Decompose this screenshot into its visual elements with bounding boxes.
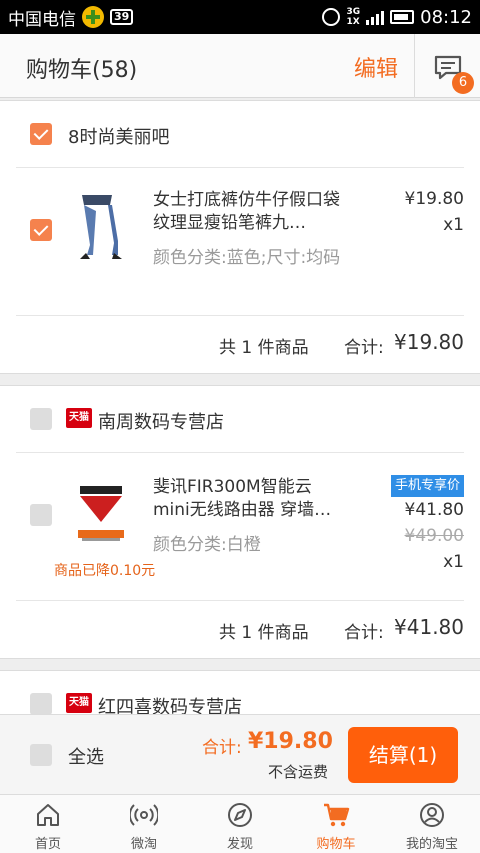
tab-my-taobao[interactable]: 我的淘宝	[384, 795, 480, 853]
product-image[interactable]	[64, 189, 138, 263]
notification-badge: 39	[110, 9, 134, 25]
tmall-badge: 天猫	[66, 693, 92, 713]
item-count: 共 1 件商品	[219, 623, 309, 643]
cart-header: 购物车(58) 编辑 6	[0, 34, 480, 98]
select-all-checkbox[interactable]	[30, 744, 52, 766]
item-spec: 颜色分类:蓝色;尺寸:均码	[153, 248, 341, 268]
divider	[16, 315, 464, 316]
tab-label: 我的淘宝	[405, 837, 458, 852]
select-all-label[interactable]: 全选	[68, 743, 104, 769]
product-image[interactable]	[64, 476, 138, 550]
subtotal-label: 合计:	[344, 338, 384, 358]
divider	[16, 452, 464, 453]
item-title[interactable]: 女士打底裤仿牛仔假口袋纹理显瘦铅笔裤九…	[153, 189, 343, 235]
checkout-bar: 全选 合计: ¥19.80 不含运费 结算(1)	[0, 714, 480, 794]
shop-checkbox[interactable]	[30, 408, 52, 430]
checkout-button[interactable]: 结算(1)	[348, 727, 458, 783]
page-title: 购物车(58)	[26, 58, 138, 83]
tab-label: 首页	[34, 837, 61, 852]
alarm-icon	[322, 8, 341, 26]
mobile-price-tag: 手机专享价	[390, 475, 464, 497]
status-bar: 中国电信 39 3G 1X 08:12	[0, 0, 480, 34]
profile-icon	[420, 803, 444, 827]
tab-bar: 首页 微淘 发现 购物车 我的淘宝	[0, 794, 480, 853]
item-quantity: x1	[443, 552, 464, 572]
tab-label: 发现	[226, 837, 253, 852]
tab-cart[interactable]: 购物车	[288, 795, 384, 853]
message-count-badge: 6	[452, 72, 474, 94]
subtotal-label: 合计:	[344, 623, 384, 643]
broadcast-icon	[130, 804, 158, 826]
shop-name[interactable]: 南周数码专营店	[98, 408, 224, 434]
clock: 08:12	[420, 6, 472, 28]
health-app-icon	[82, 6, 104, 28]
edit-button[interactable]: 编辑	[354, 51, 398, 83]
shop-name[interactable]: 8时尚美丽吧	[68, 123, 169, 149]
item-spec: 颜色分类:白橙	[153, 535, 261, 555]
shop-header[interactable]: 天猫 南周数码专营店	[0, 386, 480, 452]
item-count: 共 1 件商品	[219, 338, 309, 358]
item-original-price: ¥49.00	[404, 526, 464, 546]
tab-discover[interactable]: 发现	[192, 795, 288, 853]
price-drop-note: 商品已降0.10元	[54, 563, 156, 579]
compass-icon	[228, 803, 252, 827]
tmall-badge: 天猫	[66, 408, 92, 428]
tab-label: 购物车	[316, 837, 356, 852]
signal-icon	[366, 9, 385, 25]
divider	[16, 167, 464, 168]
item-checkbox[interactable]	[30, 504, 52, 526]
network-type: 3G 1X	[346, 7, 361, 27]
battery-icon	[390, 10, 415, 24]
freight-note: 不含运费	[268, 763, 329, 781]
subtotal-value: ¥19.80	[394, 330, 464, 354]
shop-checkbox[interactable]	[30, 123, 52, 145]
shop-card: 天猫 南周数码专营店 商品已降0.10元 斐讯FIR300M智能云mini无线路…	[0, 385, 480, 659]
shop-checkbox[interactable]	[30, 693, 52, 715]
subtotal-value: ¥41.80	[394, 615, 464, 639]
tab-weitao[interactable]: 微淘	[96, 795, 192, 853]
cart-icon	[324, 803, 350, 827]
tab-label: 微淘	[130, 837, 157, 852]
shop-card: 8时尚美丽吧 女士打底裤仿牛仔假口袋纹理显瘦铅笔裤九… 颜色分类:蓝色;尺寸:均…	[0, 100, 480, 374]
shop-header[interactable]: 8时尚美丽吧	[0, 101, 480, 167]
item-title[interactable]: 斐讯FIR300M智能云mini无线路由器 穿墙…	[153, 476, 343, 522]
divider	[16, 600, 464, 601]
header-divider	[414, 34, 415, 98]
carrier-label: 中国电信	[8, 9, 76, 30]
tab-home[interactable]: 首页	[0, 795, 96, 853]
total-value: ¥19.80	[248, 729, 333, 754]
home-icon	[37, 804, 59, 826]
item-checkbox[interactable]	[30, 219, 52, 241]
item-quantity: x1	[443, 215, 464, 235]
item-price: ¥19.80	[404, 189, 464, 209]
item-price: ¥41.80	[404, 500, 464, 520]
total-label: 合计:	[202, 738, 242, 758]
